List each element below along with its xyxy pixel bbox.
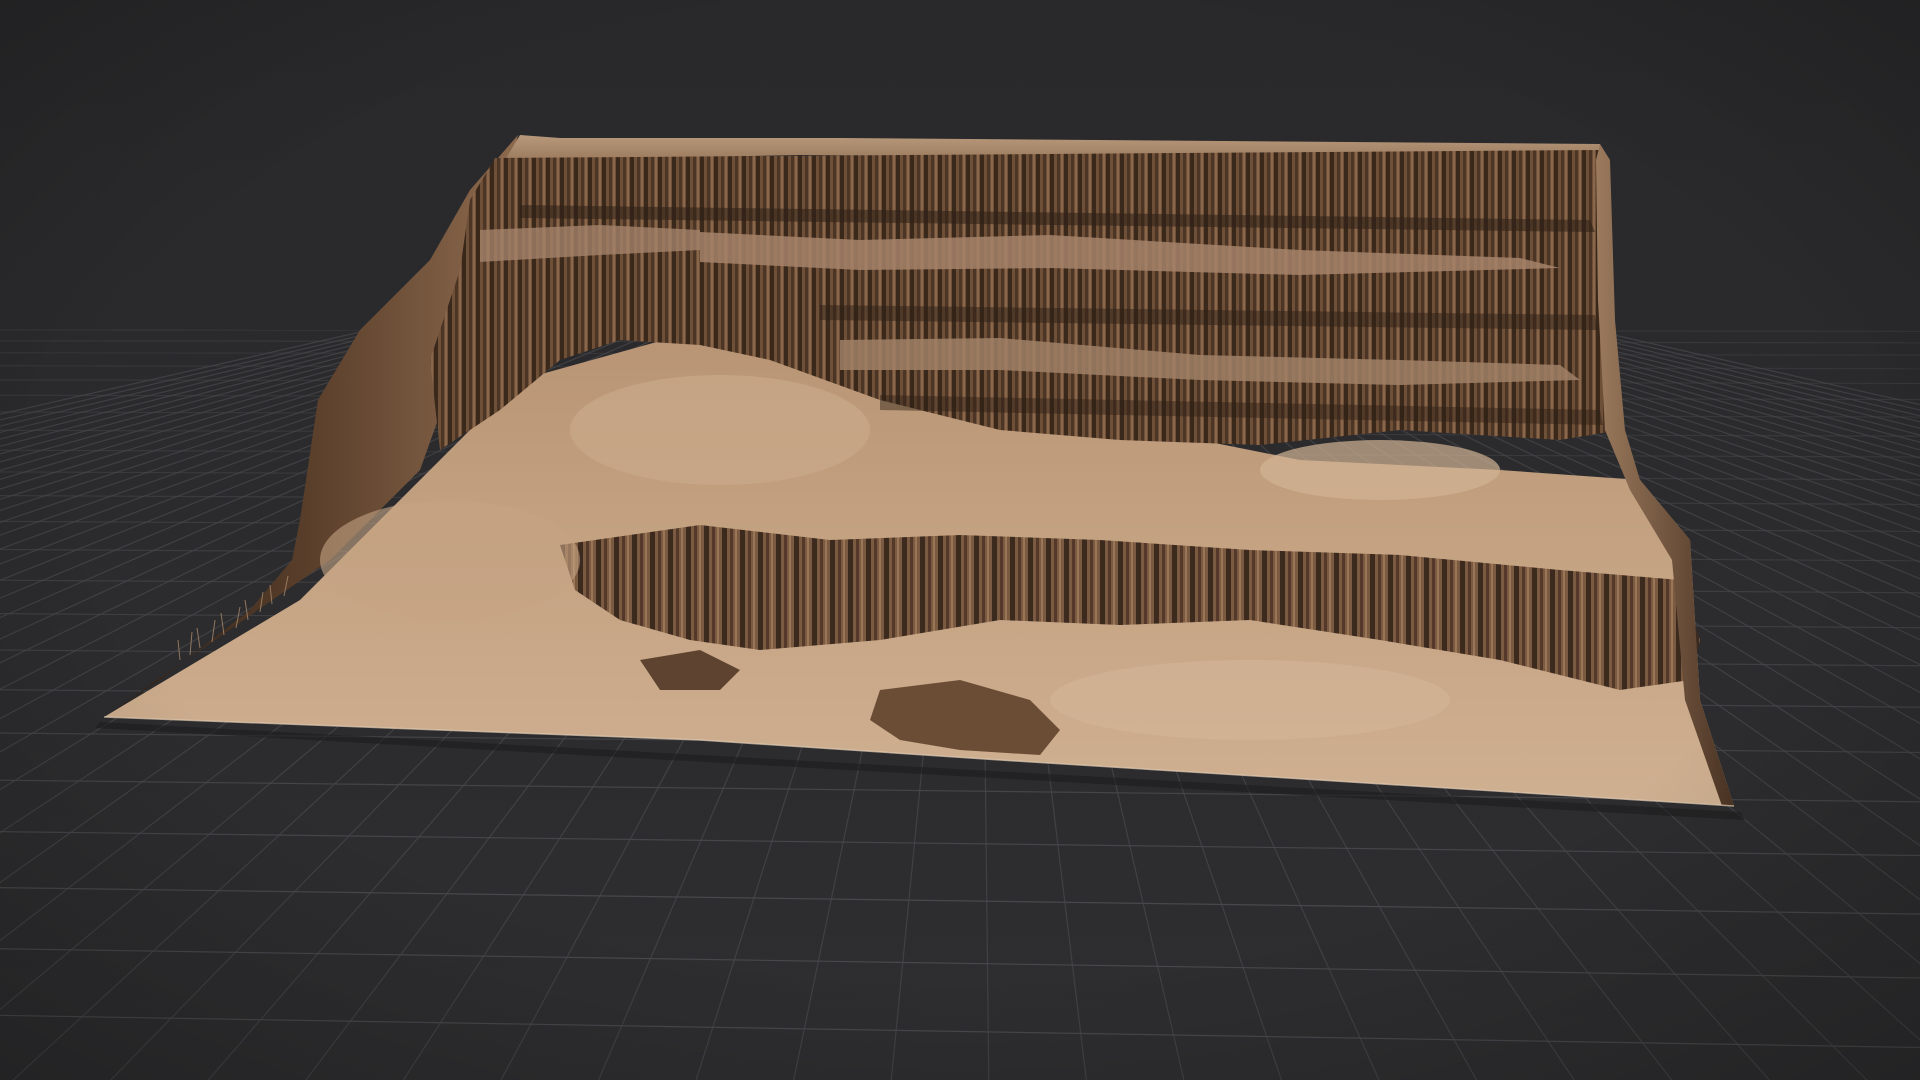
viewport-canvas[interactable]	[0, 0, 1920, 1080]
viewport-vignette	[0, 0, 1920, 1080]
3d-viewport[interactable]	[0, 0, 1920, 1080]
